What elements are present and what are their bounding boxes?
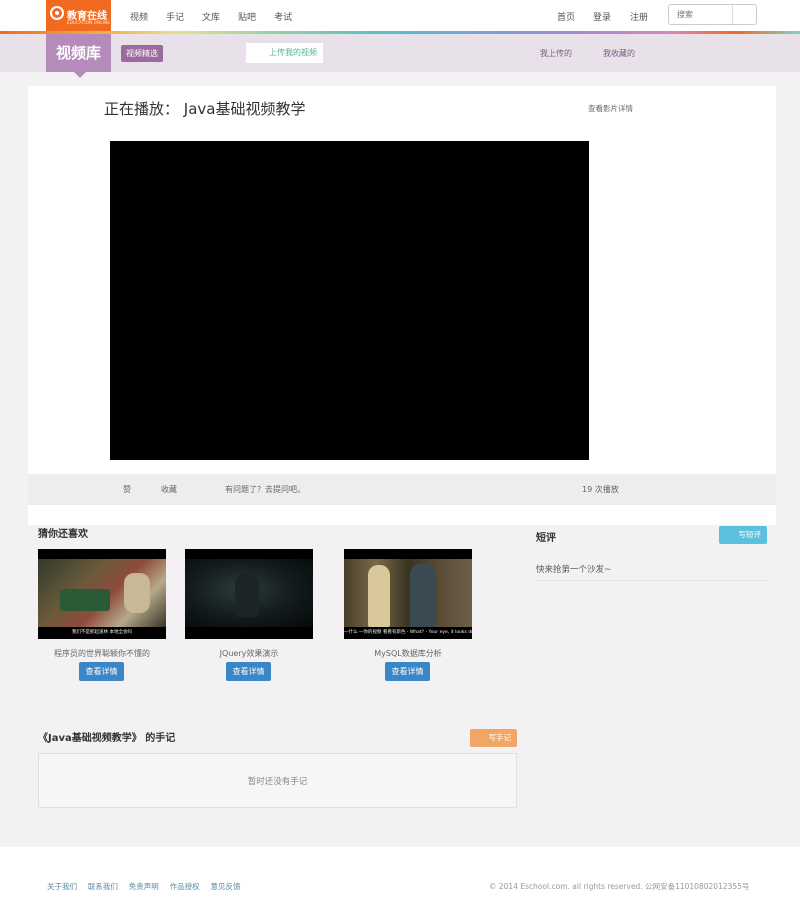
video-action-bar: 赞 收藏 有问题了？去提问吧。 19 次播放 [28, 474, 776, 505]
now-playing-title: 正在播放： Java基础视频教学 [104, 98, 305, 119]
search-button[interactable] [733, 5, 756, 24]
reviews-divider [536, 580, 767, 581]
search-input[interactable] [669, 5, 733, 24]
footer-link-contact[interactable]: 联系我们 [88, 881, 118, 892]
my-uploads-link[interactable]: 我上传的 [540, 48, 572, 59]
write-note-button[interactable]: 写手记 [470, 729, 517, 747]
nav-login[interactable]: 登录 [593, 10, 611, 23]
video-thumbnail[interactable]: 一什么 一你的视频 看看有新色 - What? - Your eye, it l… [344, 549, 472, 639]
notes-list: 暂时还没有手记 [38, 753, 517, 808]
site-logo[interactable]: 教育在线 EDUCATION ONLINE [46, 0, 111, 31]
upload-video-button[interactable]: 上传我的视频 [246, 43, 323, 63]
video-card-title[interactable]: MySQL数据库分析 [344, 648, 472, 659]
top-navigation: 教育在线 EDUCATION ONLINE 视频 手记 文库 贴吧 考试 首页 … [0, 0, 800, 31]
ask-question-link[interactable]: 有问题了？去提问吧。 [225, 484, 305, 495]
footer-links: 关于我们 联系我们 免责声明 作品授权 意见反馈 [47, 881, 249, 892]
footer-link-licensing[interactable]: 作品授权 [170, 881, 200, 892]
thumbnail-image [185, 559, 313, 627]
video-thumbnail[interactable] [185, 549, 313, 639]
view-details-button[interactable]: 查看详情 [79, 662, 124, 681]
reviews-empty-text: 快来抢第一个沙发~ [536, 565, 612, 575]
write-review-button[interactable]: 写短评 [719, 526, 767, 544]
featured-videos-tab[interactable]: 视频精选 [121, 45, 163, 62]
footer-link-about[interactable]: 关于我们 [47, 881, 77, 892]
notes-empty-text: 暂时还没有手记 [247, 777, 308, 787]
now-playing-prefix: 正在播放： [104, 100, 180, 118]
reviews-title: 短评 [536, 533, 556, 544]
nav-item-forum[interactable]: 贴吧 [238, 10, 256, 23]
video-library-tab[interactable]: 视频库 [46, 34, 111, 78]
page-footer: 关于我们 联系我们 免责声明 作品授权 意见反馈 © 2014 Eschool.… [0, 847, 800, 905]
logo-tagline: EDUCATION ONLINE [67, 20, 111, 25]
main-nav: 视频 手记 文库 贴吧 考试 [130, 10, 310, 23]
search-box [668, 4, 757, 25]
notes-title: 《Java基础视频教学》 的手记 [38, 733, 176, 744]
view-details-button[interactable]: 查看详情 [226, 662, 271, 681]
video-library-header: 视频库 视频精选 上传我的视频 我上传的 我收藏的 [0, 34, 800, 78]
recommendations-title: 猜你还喜欢 [38, 529, 88, 540]
video-title: Java基础视频教学 [183, 100, 306, 118]
favorite-button[interactable]: 收藏 [161, 484, 177, 495]
my-favorites-link[interactable]: 我收藏的 [603, 48, 635, 59]
video-card-title[interactable]: 程序员的世界聪颖你不懂的 [38, 648, 166, 659]
video-detail-link[interactable]: 查看影片详情 [588, 103, 633, 114]
logo-icon [50, 6, 64, 20]
nav-item-exam[interactable]: 考试 [274, 10, 292, 23]
thumbnail-image [38, 559, 166, 627]
footer-link-disclaimer[interactable]: 免责声明 [129, 881, 159, 892]
like-button[interactable]: 赞 [123, 484, 131, 495]
thumbnail-subtitle: 我们不是抓起道林 本地全会吗 [72, 630, 132, 635]
view-details-button[interactable]: 查看详情 [385, 662, 430, 681]
nav-register[interactable]: 注册 [630, 10, 648, 23]
thumbnail-subtitle: 一什么 一你的视频 看看有新色 - What? - Your eye, it l… [344, 630, 472, 635]
thumbnail-image [344, 559, 472, 627]
nav-item-library[interactable]: 文库 [202, 10, 220, 23]
copyright-text: © 2014 Eschool.com. all rights reserved.… [489, 882, 750, 891]
nav-item-notes[interactable]: 手记 [166, 10, 184, 23]
player-card: 正在播放： Java基础视频教学 查看影片详情 赞 收藏 有问题了？去提问吧。 … [28, 86, 776, 525]
nav-item-video[interactable]: 视频 [130, 10, 148, 23]
video-player[interactable] [110, 141, 589, 460]
video-card-title[interactable]: JQuery效果演示 [185, 648, 313, 659]
video-thumbnail[interactable]: 我们不是抓起道林 本地全会吗 [38, 549, 166, 639]
nav-home[interactable]: 首页 [557, 10, 575, 23]
footer-link-feedback[interactable]: 意见反馈 [211, 881, 241, 892]
play-count: 19 次播放 [582, 485, 619, 494]
